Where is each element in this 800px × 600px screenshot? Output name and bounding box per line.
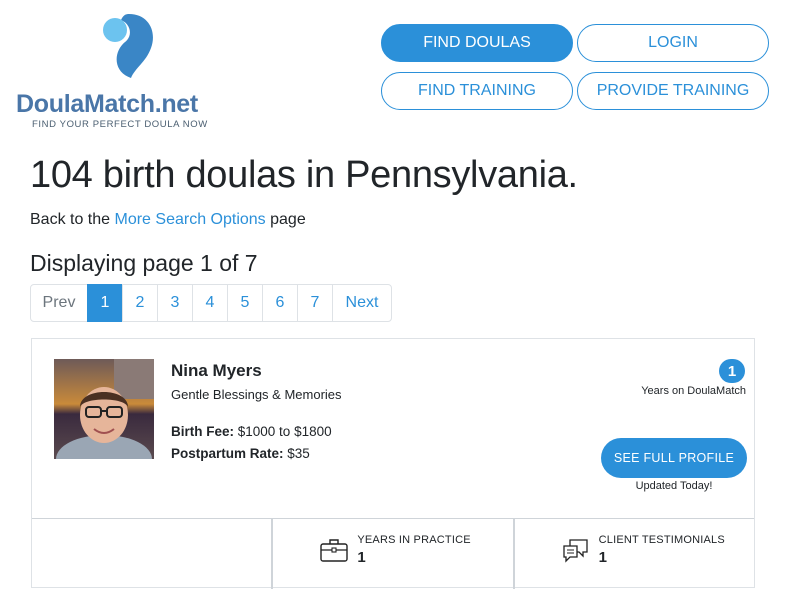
doula-photo[interactable] — [54, 359, 154, 459]
find-doulas-button[interactable]: FIND DOULAS — [381, 24, 573, 62]
pagination: Prev 1 2 3 4 5 6 7 Next — [30, 284, 392, 322]
stat-client-testimonials: CLIENT TESTIMONIALS 1 — [515, 519, 754, 589]
years-in-practice-label: YEARS IN PRACTICE — [357, 534, 471, 546]
back-line: Back to the More Search Options page — [30, 211, 306, 229]
pagination-prev[interactable]: Prev — [30, 284, 88, 322]
pagination-page-6[interactable]: 6 — [262, 284, 298, 322]
doula-listing-card: Nina Myers Gentle Blessings & Memories B… — [31, 338, 755, 589]
updated-status: Updated Today! — [635, 480, 713, 492]
page-title: 104 birth doulas in Pennsylvania. — [30, 154, 578, 196]
birth-fee: Birth Fee: $1000 to $1800 — [171, 424, 332, 439]
brand-tagline: FIND YOUR PERFECT DOULA NOW — [32, 119, 208, 130]
client-testimonials-value: 1 — [598, 549, 607, 566]
birth-fee-value: $1000 to $1800 — [234, 424, 332, 439]
years-in-practice-value: 1 — [357, 549, 366, 566]
postpartum-rate: Postpartum Rate: $35 — [171, 446, 310, 461]
provide-training-button[interactable]: PROVIDE TRAINING — [577, 72, 769, 110]
years-on-site-badge: 1 — [719, 359, 745, 383]
postpartum-rate-label: Postpartum Rate: — [171, 446, 284, 461]
logo-icon — [103, 14, 153, 78]
doula-business: Gentle Blessings & Memories — [171, 387, 342, 402]
pagination-page-5[interactable]: 5 — [227, 284, 263, 322]
more-search-options-link[interactable]: More Search Options — [115, 211, 266, 228]
pagination-page-2[interactable]: 2 — [122, 284, 158, 322]
find-training-button[interactable]: FIND TRAINING — [381, 72, 573, 110]
doula-photo-image — [54, 359, 154, 459]
client-testimonials-label: CLIENT TESTIMONIALS — [598, 534, 725, 546]
pagination-page-4[interactable]: 4 — [192, 284, 228, 322]
page-indicator: Displaying page 1 of 7 — [30, 250, 258, 276]
briefcase-icon — [320, 539, 349, 562]
years-on-site-label: Years on DoulaMatch — [641, 385, 746, 397]
pagination-page-3[interactable]: 3 — [157, 284, 193, 322]
see-full-profile-button[interactable]: SEE FULL PROFILE — [601, 438, 747, 478]
chat-bubbles-icon — [563, 539, 588, 563]
pagination-page-7[interactable]: 7 — [297, 284, 333, 322]
postpartum-rate-value: $35 — [283, 446, 310, 461]
pagination-next[interactable]: Next — [332, 284, 392, 322]
login-button[interactable]: LOGIN — [577, 24, 769, 62]
stats-row: YEARS IN PRACTICE 1 CLIENT TESTIMONIALS … — [32, 518, 754, 589]
stat-empty — [32, 519, 274, 589]
back-prefix: Back to the — [30, 211, 115, 228]
brand-wordmark: DoulaMatch.net — [16, 90, 198, 118]
birth-fee-label: Birth Fee: — [171, 424, 235, 439]
back-suffix: page — [265, 211, 306, 228]
pagination-page-1[interactable]: 1 — [87, 284, 123, 322]
doula-name[interactable]: Nina Myers — [171, 361, 262, 381]
site-logo[interactable]: DoulaMatch.net FIND YOUR PERFECT DOULA N… — [16, 12, 231, 132]
stat-years-in-practice: YEARS IN PRACTICE 1 — [273, 519, 515, 589]
